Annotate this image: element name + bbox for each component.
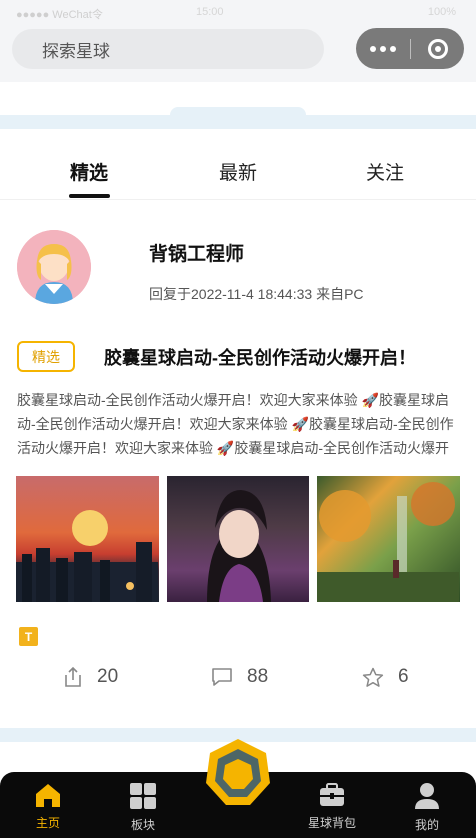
search-placeholder: 探索星球 <box>42 41 110 61</box>
center-planet-button[interactable] <box>202 737 274 809</box>
tag-icon[interactable]: T <box>19 627 38 646</box>
comment-button[interactable]: 88 <box>211 666 268 688</box>
tab-following[interactable]: 关注 <box>345 158 425 185</box>
status-carrier: ●●●●● WeChat令 <box>16 9 103 21</box>
status-time: 15:00 <box>196 6 224 18</box>
home-icon <box>36 784 60 807</box>
close-icon[interactable] <box>411 28 464 69</box>
search-input[interactable]: 探索星球 <box>12 29 324 69</box>
tab-featured[interactable]: 精选 <box>49 158 129 185</box>
post-image-character[interactable] <box>166 476 310 602</box>
mini-program-capsule <box>356 28 464 69</box>
tabbar-item-sections[interactable]: 板块 <box>113 772 173 838</box>
feed-tabs: 精选 最新 关注 <box>0 130 476 200</box>
tab-active-indicator <box>69 194 110 198</box>
tabbar-label-profile: 我的 <box>414 818 439 832</box>
tabbar-label-backpack: 星球背包 <box>307 816 356 830</box>
top-bar: ●●●●● WeChat令 15:00 100% 探索星球 <box>0 0 476 82</box>
tab-latest[interactable]: 最新 <box>198 158 278 185</box>
featured-badge: 精选 <box>17 341 75 372</box>
comment-count: 88 <box>247 666 269 687</box>
post-meta: 回复于2022-11-4 18:44:33 来自PC <box>149 286 364 302</box>
comment-icon <box>212 668 232 686</box>
more-icon[interactable] <box>356 28 410 69</box>
author-name[interactable]: 背锅工程师 <box>149 239 244 266</box>
post-images <box>16 476 461 602</box>
section-divider-top <box>0 107 476 129</box>
tabbar-item-backpack[interactable]: 星球背包 <box>302 772 362 838</box>
star-count: 6 <box>398 666 409 687</box>
star-icon <box>362 667 384 687</box>
star-button[interactable]: 6 <box>362 666 409 688</box>
status-battery: 100% <box>427 6 456 18</box>
share-button[interactable]: 20 <box>63 666 118 688</box>
grid-icon <box>130 783 156 809</box>
post-body[interactable]: 胶囊星球启动-全民创作活动火爆开启！欢迎大家来体验 🚀胶囊星球启动-全民创作活动… <box>17 388 462 460</box>
avatar[interactable] <box>17 230 91 304</box>
user-icon <box>415 783 439 809</box>
post-image-sunset[interactable] <box>16 476 159 602</box>
tabbar-item-profile[interactable]: 我的 <box>397 772 457 838</box>
backpack-icon <box>320 783 344 806</box>
tabbar-label-home: 主页 <box>35 816 60 830</box>
share-icon <box>65 666 81 687</box>
planet-icon <box>206 739 270 805</box>
post-title[interactable]: 胶囊星球启动-全民创作活动火爆开启！ <box>104 344 464 370</box>
tabbar-label-sections: 板块 <box>130 818 155 832</box>
post-image-forest[interactable] <box>317 476 461 602</box>
post-actions: 20 88 6 <box>0 666 476 698</box>
tabbar-item-home[interactable]: 主页 <box>18 772 78 838</box>
share-count: 20 <box>97 666 119 687</box>
